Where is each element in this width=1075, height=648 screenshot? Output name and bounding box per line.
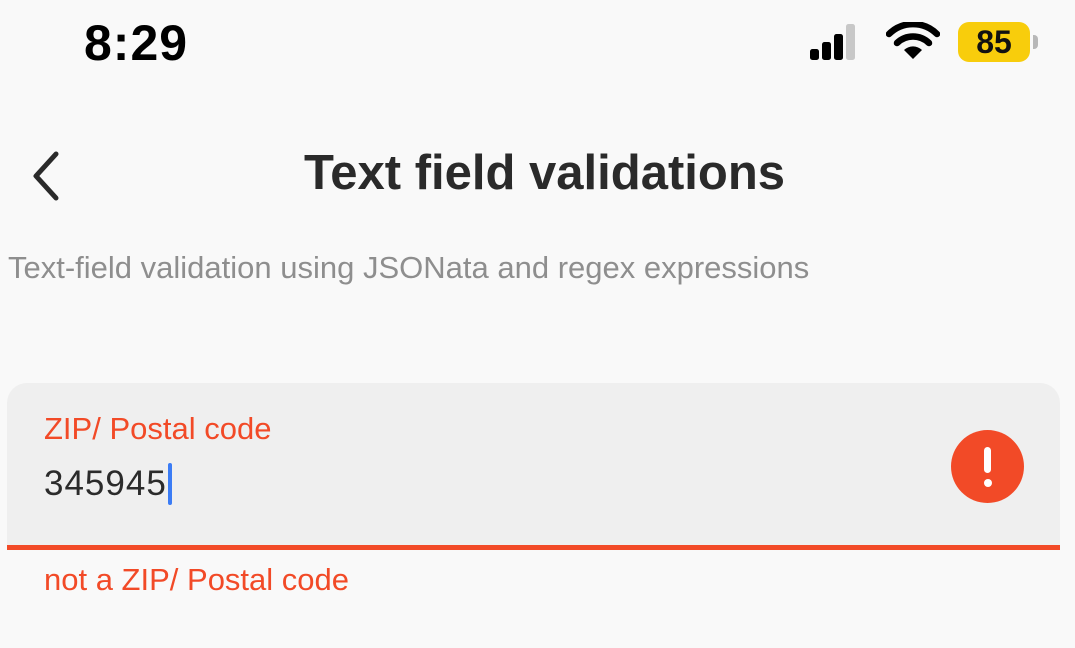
screen: 8:29 85 Text field validations Text-fiel… — [0, 0, 1075, 648]
battery-cap — [1033, 35, 1038, 49]
page-subtitle: Text-field validation using JSONata and … — [8, 250, 810, 285]
battery-level: 85 — [958, 22, 1030, 62]
wifi-icon — [886, 22, 940, 59]
zip-postal-code-input[interactable]: 345945 — [44, 463, 172, 505]
battery-icon: 85 — [958, 22, 1040, 62]
field-value: 345945 — [44, 464, 167, 503]
field-label: ZIP/ Postal code — [44, 411, 272, 446]
page-title: Text field validations — [303, 146, 786, 200]
status-time: 8:29 — [84, 15, 189, 71]
zip-postal-code-field[interactable]: ZIP/ Postal code 345945 — [7, 383, 1060, 550]
text-cursor — [167, 463, 172, 505]
exclamation-circle-icon — [951, 430, 1024, 503]
field-error-message: not a ZIP/ Postal code — [44, 562, 350, 597]
signal-icon — [810, 24, 855, 60]
